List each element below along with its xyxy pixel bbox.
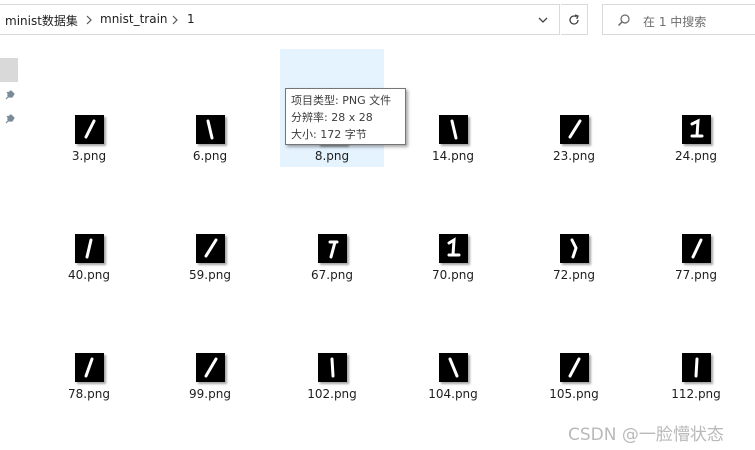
search-icon <box>617 13 631 27</box>
navigation-pane <box>0 40 20 450</box>
file-name: 99.png <box>189 387 231 401</box>
file-name: 40.png <box>68 268 110 282</box>
image-thumbnail <box>196 115 225 144</box>
search-box[interactable]: 在 1 中搜索 <box>602 4 755 35</box>
image-thumbnail <box>439 234 468 263</box>
image-thumbnail <box>196 353 225 382</box>
address-bar[interactable]: minist数据集 mnist_train 1 <box>0 4 560 35</box>
image-thumbnail <box>318 234 347 263</box>
image-thumbnail <box>560 115 589 144</box>
chevron-right-icon[interactable] <box>170 13 180 27</box>
file-name: 23.png <box>553 149 595 163</box>
breadcrumb-item-mnist-train[interactable]: mnist_train <box>100 12 168 26</box>
file-name: 59.png <box>189 268 231 282</box>
file-name: 105.png <box>549 387 599 401</box>
file-name: 14.png <box>432 149 474 163</box>
tooltip-type: 项目类型: PNG 文件 <box>291 94 392 107</box>
file-item[interactable]: 23.png <box>522 49 626 167</box>
refresh-icon <box>567 13 581 27</box>
file-name: 78.png <box>68 387 110 401</box>
image-thumbnail <box>439 353 468 382</box>
file-item[interactable]: 105.png <box>522 287 626 405</box>
image-thumbnail <box>318 353 347 382</box>
refresh-button[interactable] <box>561 4 588 35</box>
image-thumbnail <box>196 234 225 263</box>
file-name: 70.png <box>432 268 474 282</box>
image-thumbnail <box>75 115 104 144</box>
file-info-tooltip: 项目类型: PNG 文件 分辨率: 28 x 28 大小: 172 字节 <box>285 88 406 145</box>
file-name: 72.png <box>553 268 595 282</box>
watermark: CSDN @一脸懵状态 <box>568 425 724 445</box>
file-name: 3.png <box>71 149 107 163</box>
file-item[interactable]: 3.png <box>37 49 141 167</box>
file-name: 102.png <box>307 387 357 401</box>
image-thumbnail <box>439 115 468 144</box>
file-name: 112.png <box>671 387 721 401</box>
file-item[interactable]: 112.png <box>644 287 748 405</box>
file-name: 24.png <box>675 149 717 163</box>
file-item[interactable]: 102.png <box>280 287 384 405</box>
breadcrumb-item-1[interactable]: 1 <box>187 12 195 26</box>
image-thumbnail <box>560 234 589 263</box>
file-item[interactable]: 72.png <box>522 168 626 286</box>
search-input[interactable]: 在 1 中搜索 <box>643 13 706 30</box>
file-item[interactable]: 78.png <box>37 287 141 405</box>
file-name: 77.png <box>675 268 717 282</box>
file-item[interactable]: 70.png <box>401 168 505 286</box>
tooltip-size: 大小: 172 字节 <box>291 128 367 141</box>
file-item[interactable]: 99.png <box>158 287 262 405</box>
file-item[interactable]: 6.png <box>158 49 262 167</box>
file-item[interactable]: 59.png <box>158 168 262 286</box>
file-item[interactable]: 104.png <box>401 287 505 405</box>
image-thumbnail <box>682 234 711 263</box>
image-thumbnail <box>682 115 711 144</box>
file-name: 67.png <box>311 268 353 282</box>
file-name: 6.png <box>192 149 228 163</box>
chevron-right-icon[interactable] <box>84 13 94 27</box>
tooltip-dimensions: 分辨率: 28 x 28 <box>291 111 373 124</box>
image-thumbnail <box>75 353 104 382</box>
pin-icon[interactable] <box>3 114 15 126</box>
file-item[interactable]: 24.png <box>644 49 748 167</box>
chevron-down-icon[interactable] <box>533 12 553 28</box>
file-name: 8.png <box>314 149 350 163</box>
address-toolbar: minist数据集 mnist_train 1 在 1 中搜索 <box>0 0 755 40</box>
image-thumbnail <box>75 234 104 263</box>
file-item[interactable]: 77.png <box>644 168 748 286</box>
file-name: 104.png <box>428 387 478 401</box>
image-thumbnail <box>560 353 589 382</box>
file-item[interactable]: 14.png <box>401 49 505 167</box>
file-item[interactable]: 67.png <box>280 168 384 286</box>
file-item[interactable]: 40.png <box>37 168 141 286</box>
breadcrumb-item-root[interactable]: minist数据集 <box>5 12 78 29</box>
nav-selected-item[interactable] <box>0 58 18 82</box>
pin-icon[interactable] <box>3 90 15 102</box>
image-thumbnail <box>682 353 711 382</box>
